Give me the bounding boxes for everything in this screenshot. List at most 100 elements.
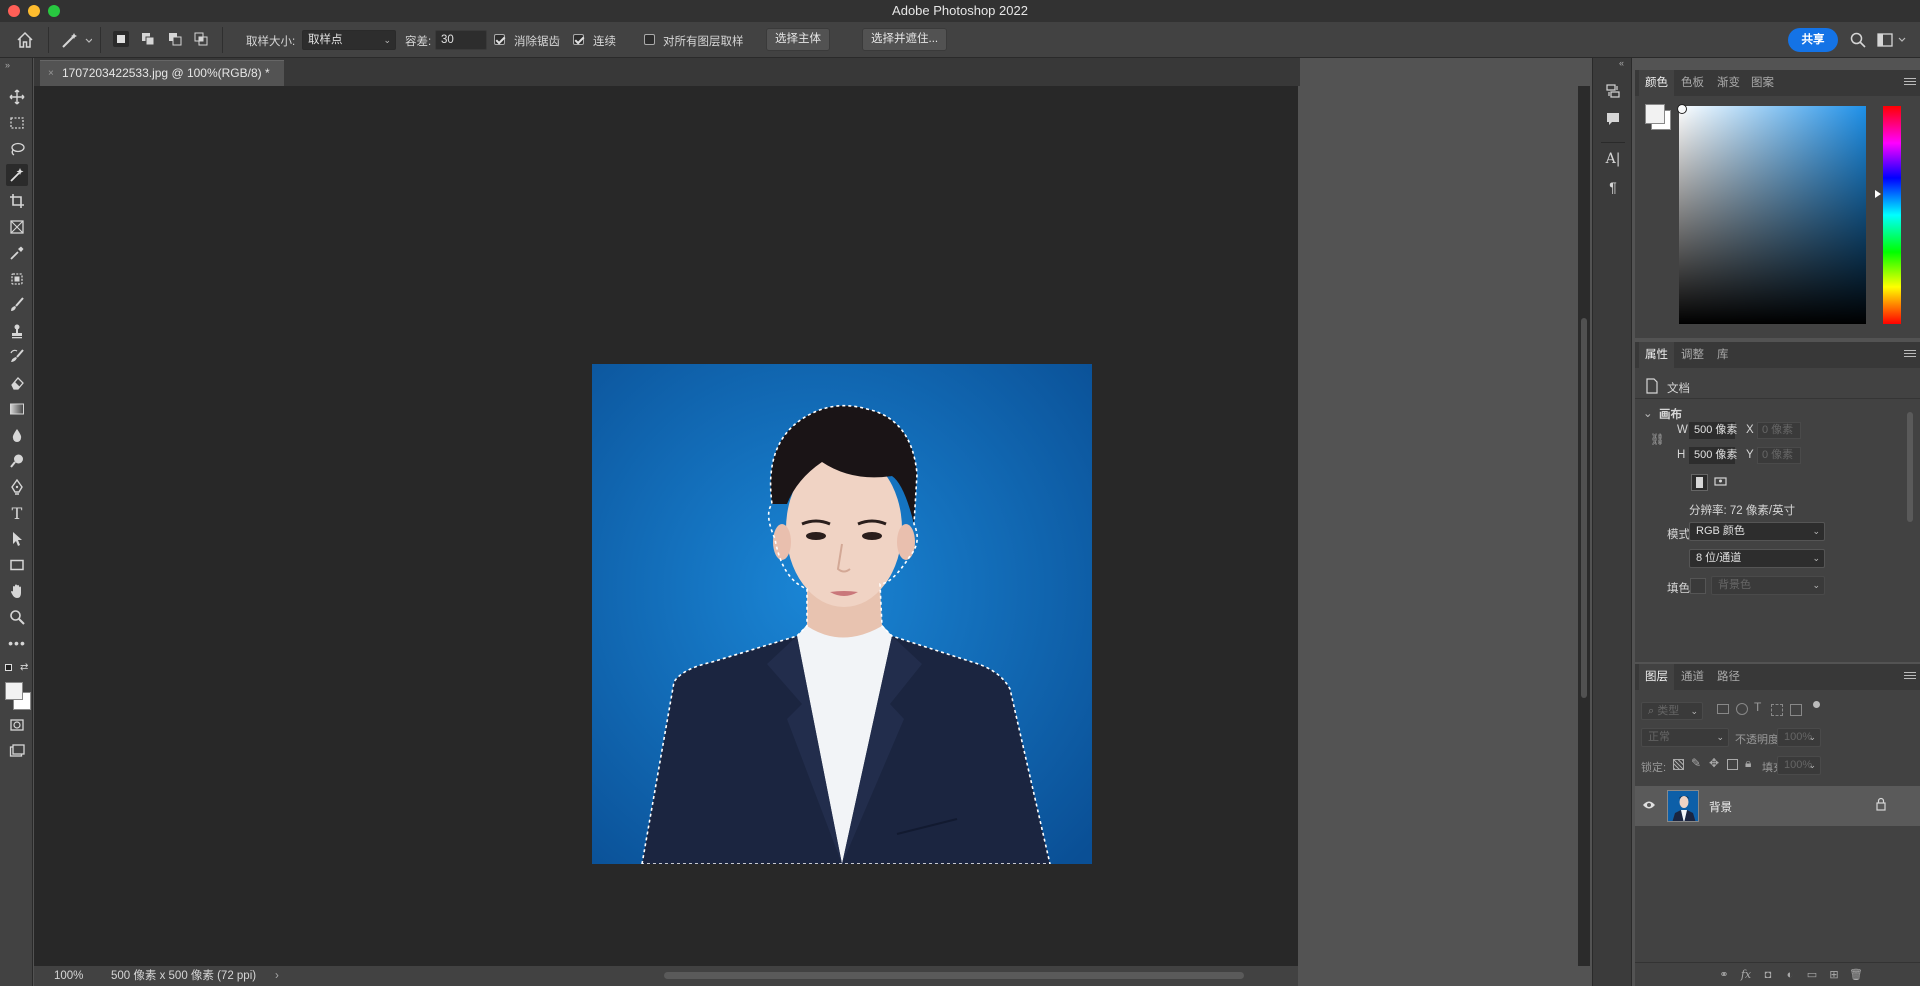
document-tab[interactable]: × 1707203422533.jpg @ 100%(RGB/8) *: [40, 60, 284, 86]
dodge-tool-icon[interactable]: [6, 450, 28, 472]
collapse-dock-icon[interactable]: «: [1619, 58, 1624, 68]
rectangle-tool-icon[interactable]: [6, 554, 28, 576]
tab-swatches[interactable]: 色板: [1675, 70, 1710, 96]
document-image[interactable]: [592, 364, 1092, 864]
blur-tool-icon[interactable]: [6, 424, 28, 446]
gradient-tool-icon[interactable]: [6, 398, 28, 420]
properties-scrollbar[interactable]: [1907, 412, 1913, 522]
filter-adjustment-icon[interactable]: [1736, 703, 1748, 715]
sample-size-select[interactable]: 取样点 ⌄: [302, 30, 396, 50]
history-brush-tool-icon[interactable]: [6, 346, 28, 368]
close-window-button[interactable]: [8, 5, 20, 17]
search-icon[interactable]: [1850, 32, 1866, 48]
horizontal-scrollbar[interactable]: [664, 972, 1244, 979]
home-icon[interactable]: [16, 31, 34, 49]
intersect-selection-icon[interactable]: [193, 31, 209, 47]
close-tab-icon[interactable]: ×: [48, 61, 54, 86]
width-input[interactable]: 500 像素: [1689, 422, 1737, 439]
lock-all-icon[interactable]: 🔒︎: [1745, 756, 1751, 771]
link-layers-icon[interactable]: ⚭: [1717, 968, 1731, 982]
select-subject-button[interactable]: 选择主体: [766, 28, 830, 51]
default-colors-icon[interactable]: [5, 664, 12, 671]
add-to-selection-icon[interactable]: [140, 31, 156, 47]
tab-patterns[interactable]: 图案: [1745, 70, 1780, 96]
fill-color-swatch[interactable]: [1690, 578, 1706, 594]
tab-paths[interactable]: 路径: [1711, 664, 1746, 690]
minimize-window-button[interactable]: [28, 5, 40, 17]
status-menu-icon[interactable]: ›: [275, 966, 279, 986]
filter-pixel-icon[interactable]: [1717, 704, 1729, 714]
sample-all-layers-checkbox[interactable]: [644, 34, 655, 45]
path-selection-tool-icon[interactable]: [6, 528, 28, 550]
new-layer-icon[interactable]: ⊞: [1827, 968, 1841, 982]
link-dimensions-icon[interactable]: ⛓: [1650, 432, 1665, 446]
tab-color[interactable]: 颜色: [1639, 70, 1674, 96]
opacity-input[interactable]: 100% ⌄: [1777, 728, 1821, 747]
zoom-tool-icon[interactable]: [6, 606, 28, 628]
tab-gradients[interactable]: 渐变: [1711, 70, 1746, 96]
vertical-scrollbar[interactable]: [1578, 86, 1590, 966]
add-mask-icon[interactable]: ◘: [1761, 968, 1775, 982]
tab-layers[interactable]: 图层: [1639, 664, 1674, 690]
color-picker-cursor[interactable]: [1677, 104, 1687, 114]
screen-mode-icon[interactable]: [6, 740, 28, 762]
filter-toggle-icon[interactable]: [1813, 701, 1820, 708]
character-panel-icon[interactable]: A|: [1604, 150, 1622, 168]
anti-alias-checkbox[interactable]: [494, 34, 505, 45]
more-tools-icon[interactable]: •••: [6, 632, 28, 654]
swap-colors-icon[interactable]: ⇄: [20, 662, 28, 673]
history-panel-icon[interactable]: [1604, 82, 1622, 100]
bit-depth-select[interactable]: 8 位/通道 ⌄: [1689, 549, 1825, 568]
frame-tool-icon[interactable]: [6, 216, 28, 238]
crop-tool-icon[interactable]: [6, 190, 28, 212]
tab-properties[interactable]: 属性: [1639, 342, 1674, 368]
healing-brush-tool-icon[interactable]: [6, 268, 28, 290]
landscape-orientation-icon[interactable]: [1713, 474, 1730, 491]
lock-artboard-icon[interactable]: [1727, 759, 1738, 770]
foreground-color-swatch[interactable]: [5, 682, 23, 700]
new-selection-icon[interactable]: [113, 31, 129, 47]
filter-smart-object-icon[interactable]: [1790, 704, 1802, 716]
tolerance-input[interactable]: 30: [435, 30, 487, 50]
marquee-tool-icon[interactable]: [6, 112, 28, 134]
layers-menu-icon[interactable]: [1904, 670, 1916, 682]
workspace-icon[interactable]: [1877, 32, 1913, 48]
clone-stamp-tool-icon[interactable]: [6, 320, 28, 342]
eyedropper-tool-icon[interactable]: [6, 242, 28, 264]
delete-layer-icon[interactable]: 🗑︎: [1849, 968, 1863, 982]
zoom-window-button[interactable]: [48, 5, 60, 17]
type-tool-icon[interactable]: T: [6, 502, 28, 524]
tab-libraries[interactable]: 库: [1711, 342, 1735, 368]
visibility-eye-icon[interactable]: [1642, 799, 1656, 814]
paragraph-panel-icon[interactable]: ¶: [1604, 178, 1622, 196]
comments-panel-icon[interactable]: [1604, 110, 1622, 128]
color-field[interactable]: [1677, 104, 1866, 324]
properties-menu-icon[interactable]: [1904, 348, 1916, 360]
eraser-tool-icon[interactable]: [6, 372, 28, 394]
pen-tool-icon[interactable]: [6, 476, 28, 498]
layer-name[interactable]: 背景: [1709, 799, 1732, 815]
fill-opacity-input[interactable]: 100% ⌄: [1777, 756, 1821, 775]
filter-type-icon[interactable]: T: [1754, 700, 1761, 714]
subtract-from-selection-icon[interactable]: [167, 31, 183, 47]
fill-select[interactable]: 背景色 ⌄: [1711, 576, 1825, 595]
portrait-orientation-icon[interactable]: [1691, 474, 1708, 491]
canvas-area[interactable]: [34, 86, 1298, 966]
zoom-level[interactable]: 100%: [54, 966, 83, 986]
canvas-section-chevron-icon[interactable]: ⌄: [1643, 406, 1653, 420]
magic-wand-tool-icon[interactable]: [6, 164, 28, 186]
hue-slider-handle[interactable]: [1875, 190, 1881, 198]
move-tool-icon[interactable]: [6, 86, 28, 108]
lock-image-icon[interactable]: ✎: [1691, 756, 1701, 770]
x-input[interactable]: 0 像素: [1757, 422, 1801, 439]
layer-row[interactable]: 背景: [1635, 786, 1920, 826]
lock-transparent-icon[interactable]: [1673, 759, 1684, 770]
expand-panel-icon[interactable]: »: [5, 60, 10, 70]
new-group-icon[interactable]: ▭: [1805, 968, 1819, 982]
select-and-mask-button[interactable]: 选择并遮住...: [862, 28, 948, 51]
height-input[interactable]: 500 像素: [1689, 447, 1737, 464]
quick-mask-icon[interactable]: [6, 714, 28, 736]
filter-shape-icon[interactable]: [1771, 704, 1783, 716]
magic-wand-preset-icon[interactable]: [60, 30, 92, 50]
tab-adjustments[interactable]: 调整: [1675, 342, 1710, 368]
